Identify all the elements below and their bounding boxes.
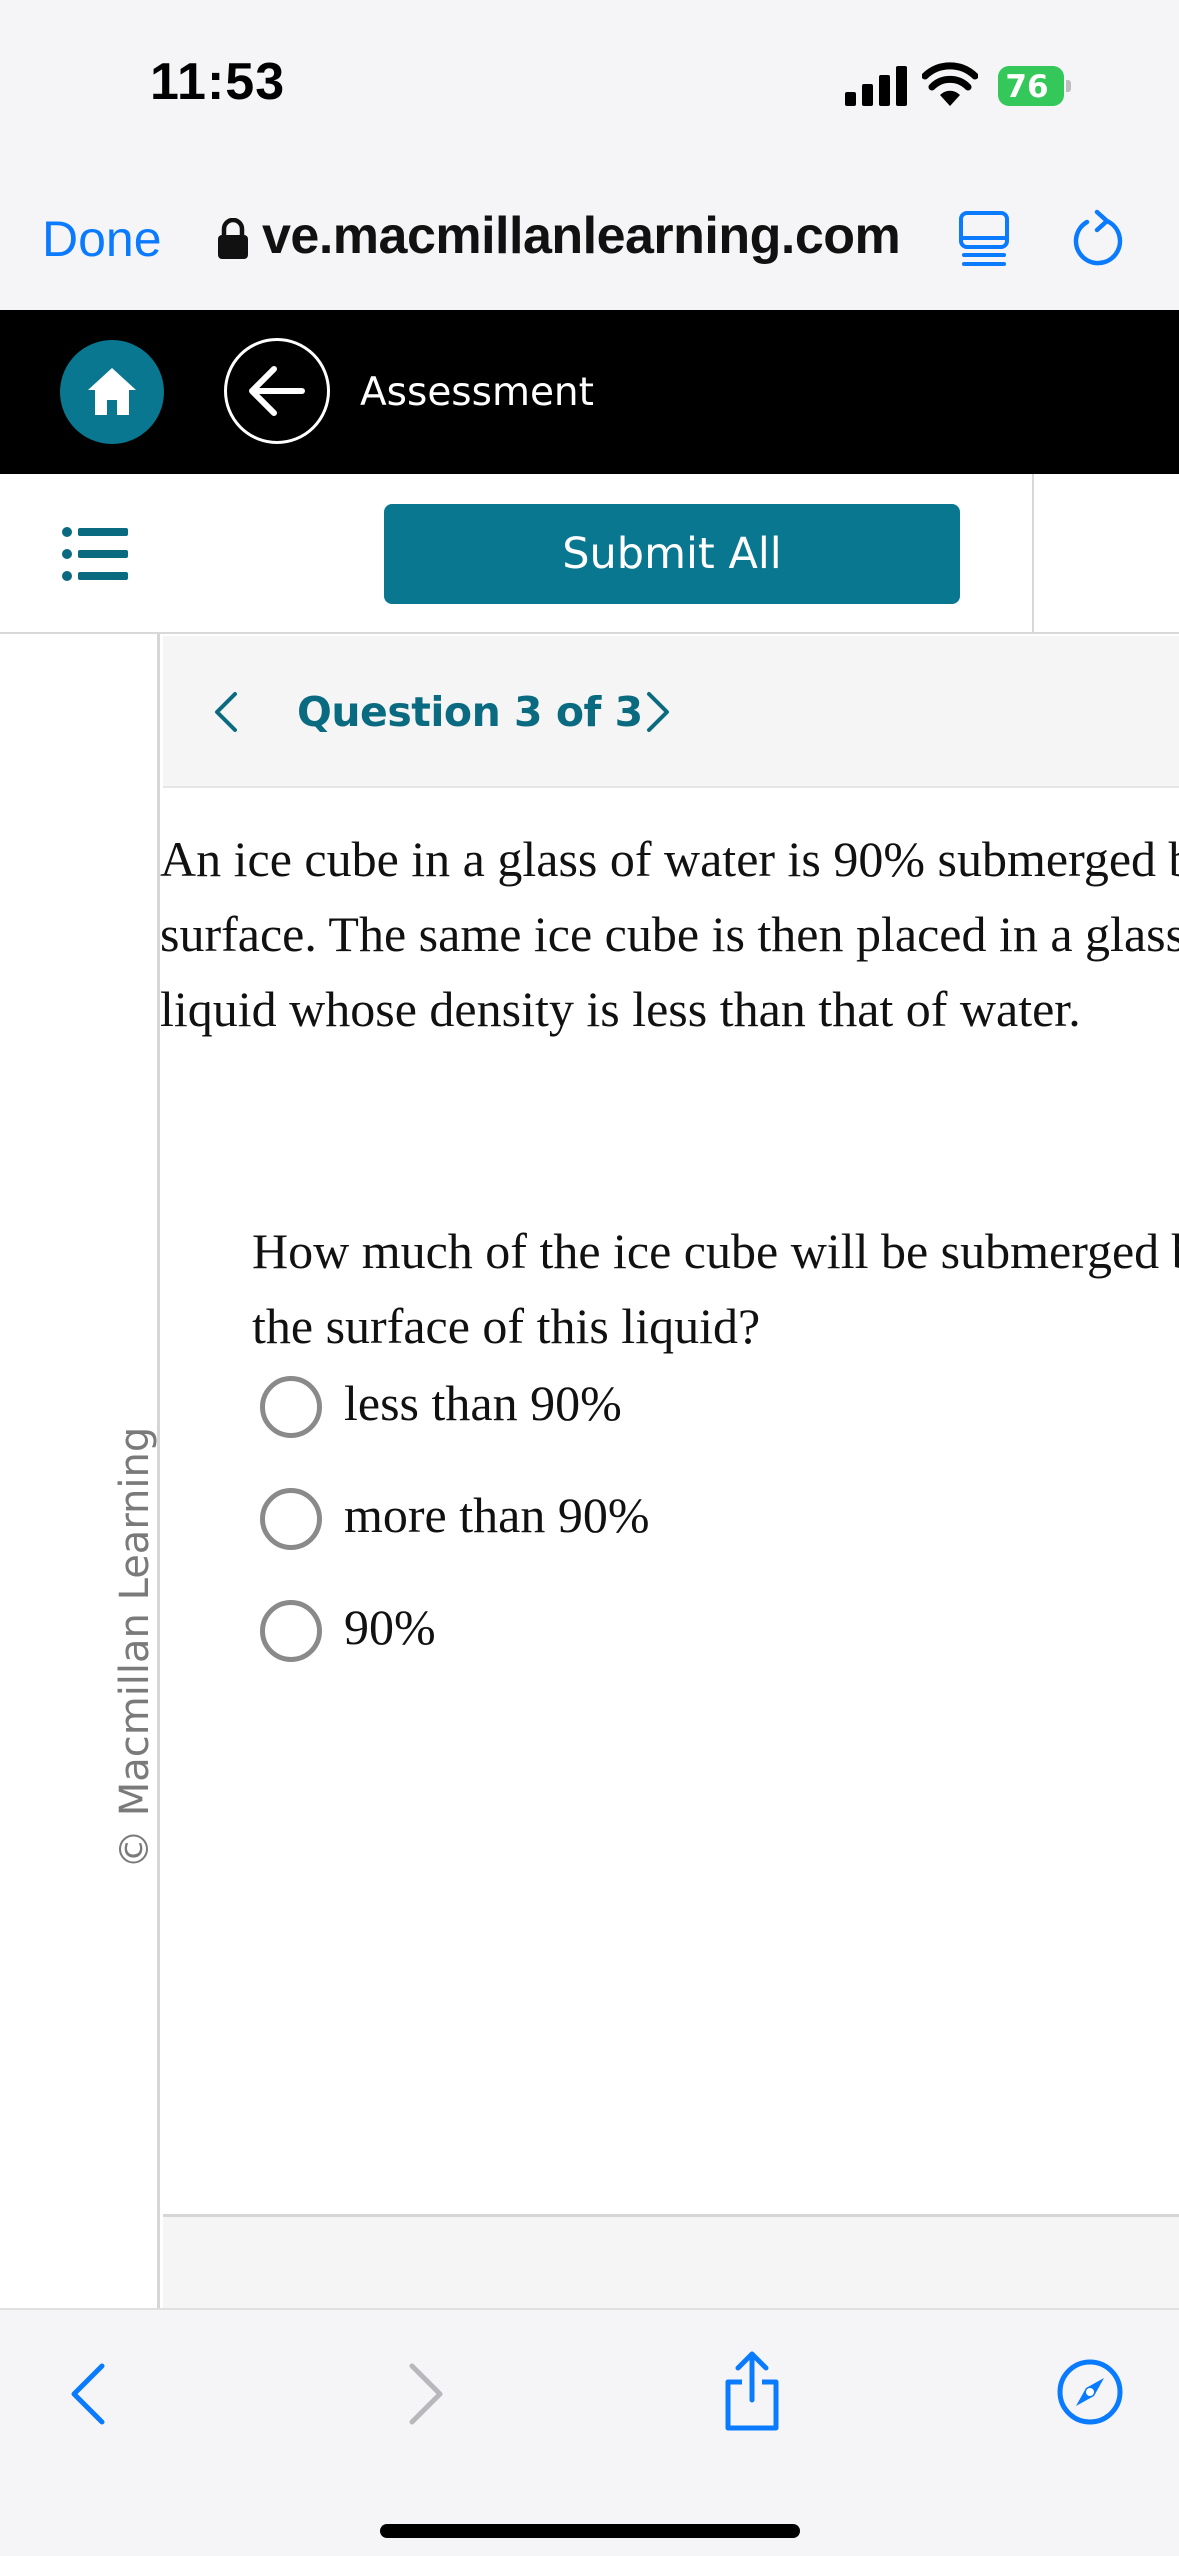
chevron-left-icon[interactable]: [209, 688, 243, 736]
question-prompt: How much of the ice cube will be submerg…: [252, 1214, 1179, 1364]
browser-back-icon[interactable]: [68, 2362, 108, 2426]
lock-icon: [218, 218, 248, 259]
wifi-icon: [922, 62, 978, 106]
answer-option-label: 90%: [344, 1599, 436, 1655]
browser-bottom-toolbar: [0, 2308, 1179, 2556]
answer-option-label: less than 90%: [344, 1375, 622, 1431]
done-button[interactable]: Done: [42, 210, 162, 268]
question-line: liquid whose density is less than that o…: [160, 981, 1081, 1037]
toolbar-divider: [1032, 474, 1034, 634]
question-counter[interactable]: Question 3 of 3: [297, 688, 643, 736]
chevron-right-icon[interactable]: [641, 688, 675, 736]
copyright-watermark: © Macmillan Learning: [112, 1426, 158, 1869]
assessment-toolbar: Submit All: [0, 474, 1179, 634]
radio-button[interactable]: [260, 1376, 322, 1438]
reload-icon[interactable]: [1070, 208, 1128, 270]
question-text: An ice cube in a glass of water is 90% s…: [160, 822, 1179, 1047]
answer-option-label: more than 90%: [344, 1487, 650, 1543]
home-button[interactable]: [60, 340, 164, 444]
app-header: Assessment: [0, 310, 1179, 474]
browser-url-bar: Done ve.macmillanlearning.com: [0, 160, 1179, 310]
status-time: 11:53: [150, 53, 286, 111]
prompt-line: How much of the ice cube will be submerg…: [252, 1223, 1179, 1279]
url-text[interactable]: ve.macmillanlearning.com: [262, 206, 901, 266]
home-icon: [88, 368, 136, 415]
question-line: An ice cube in a glass of water is 90% s…: [160, 831, 1179, 887]
radio-button[interactable]: [260, 1600, 322, 1662]
home-indicator: [380, 2524, 800, 2538]
list-menu-icon[interactable]: [62, 526, 130, 582]
content-footer: [163, 2214, 1179, 2308]
reader-mode-icon[interactable]: [958, 210, 1010, 268]
battery-level: 76: [1005, 69, 1049, 105]
header-title: Assessment: [360, 370, 594, 415]
prompt-line: the surface of this liquid?: [252, 1298, 761, 1354]
submit-all-button[interactable]: Submit All: [384, 504, 960, 604]
arrow-left-icon: [249, 366, 305, 416]
browser-forward-icon[interactable]: [406, 2362, 446, 2426]
status-bar: 11:53 76: [0, 0, 1179, 160]
battery-icon: 76: [998, 66, 1071, 106]
question-navigation: Question 3 of 3: [163, 636, 1179, 788]
answer-option[interactable]: 90%: [260, 1594, 960, 1664]
answer-option[interactable]: less than 90%: [260, 1370, 960, 1440]
answer-option[interactable]: more than 90%: [260, 1482, 960, 1552]
compass-icon[interactable]: [1056, 2358, 1124, 2426]
main-content: Question 3 of 3 © Macmillan Learning An …: [0, 634, 1179, 2308]
share-icon[interactable]: [722, 2350, 782, 2432]
back-button[interactable]: [224, 338, 330, 444]
cellular-signal-icon: [845, 66, 907, 106]
question-line: surface. The same ice cube is then place…: [160, 906, 1179, 962]
radio-button[interactable]: [260, 1488, 322, 1550]
